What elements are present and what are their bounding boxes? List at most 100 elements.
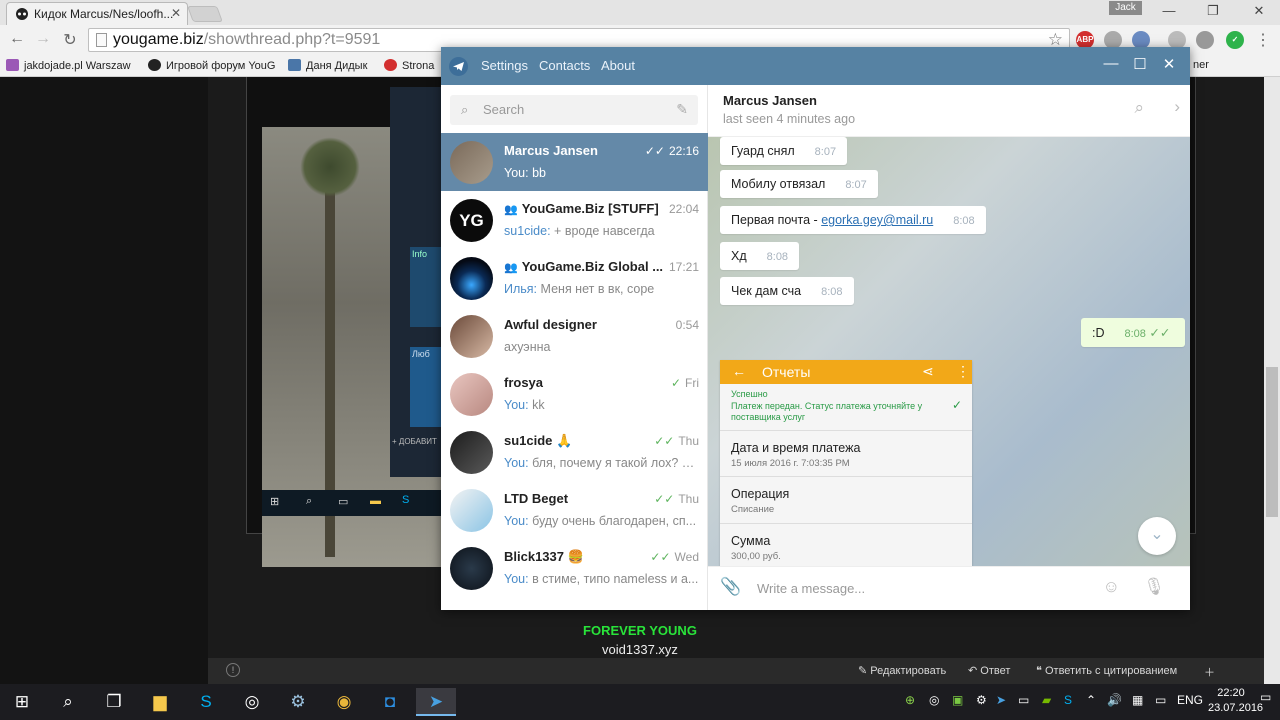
dialog-preview: You: в стиме, типо nameless и а... bbox=[504, 572, 699, 586]
minimize-icon[interactable]: — bbox=[1160, 3, 1178, 18]
steam-icon[interactable]: ⚙ bbox=[278, 688, 318, 716]
email-link[interactable]: egorka.gey@mail.ru bbox=[821, 213, 933, 227]
dialog-item[interactable]: Blick1337 🍔 ✓✓ Wed You: в стиме, типо namel… bbox=[441, 539, 708, 597]
avatar bbox=[450, 431, 493, 474]
read-check-icon: ✓✓ bbox=[1149, 326, 1171, 340]
tray-green-icon[interactable]: ▣ bbox=[952, 693, 963, 707]
dialog-item[interactable]: YG 👥 YouGame.Biz [STUFF] 22:04 su1cide: + вр… bbox=[441, 191, 708, 249]
message-area[interactable]: Гуард снял 8:07 Мобилу отвязал 8:07 Первая… bbox=[708, 137, 1190, 566]
microphone-icon[interactable]: 🎙 bbox=[1143, 577, 1165, 597]
quote-reply-button[interactable]: ❝ Ответить с цитированием bbox=[1036, 664, 1177, 677]
tray-skype-icon[interactable]: S bbox=[1064, 693, 1072, 707]
bookmark-item[interactable]: Strona bbox=[384, 59, 434, 72]
bookmark-item[interactable]: ner bbox=[1193, 59, 1209, 71]
attach-icon[interactable]: 📎 bbox=[720, 577, 741, 597]
battery-icon[interactable]: ▭ bbox=[1155, 693, 1166, 707]
tg-close-icon[interactable]: ✕ bbox=[1160, 55, 1178, 73]
message-input[interactable]: Write a message... bbox=[757, 581, 865, 596]
photo-message[interactable]: ← Отчеты ⋖ ⋮ Успешно Платеж передан. Ста… bbox=[720, 360, 972, 566]
info-icon[interactable]: ! bbox=[226, 663, 240, 677]
url-text: yougame.biz/showthread.php?t=9591 bbox=[113, 31, 381, 48]
read-check-icon: ✓✓ bbox=[654, 434, 675, 448]
bookmark-item[interactable]: Игровой форум YouG bbox=[148, 59, 275, 72]
telegram-taskbar-icon[interactable]: ➤ bbox=[416, 688, 456, 716]
dialog-item[interactable]: frosya ✓ Fri You: kk bbox=[441, 365, 708, 423]
compose-bar: 📎 Write a message... ☺ 🎙 bbox=[708, 566, 1190, 610]
teamviewer-icon[interactable]: ◘ bbox=[370, 688, 410, 716]
menu-contacts[interactable]: Contacts bbox=[539, 58, 590, 73]
dialog-preview: You: bb bbox=[504, 166, 546, 180]
new-tab-button[interactable] bbox=[187, 6, 223, 22]
restore-icon[interactable]: ❐ bbox=[1204, 3, 1222, 19]
tray-nvidia-icon[interactable]: ▰ bbox=[1042, 693, 1051, 707]
bookmark-item[interactable]: Даня Дидык bbox=[288, 59, 367, 72]
checkmark-extension-icon[interactable]: ✓ bbox=[1226, 31, 1244, 49]
chrome-icon[interactable]: ◉ bbox=[324, 688, 364, 716]
volume-icon[interactable]: 🔊 bbox=[1107, 693, 1122, 707]
osu-icon[interactable]: ◎ bbox=[232, 688, 272, 716]
dialog-name: LTD Beget bbox=[504, 491, 569, 506]
peer-name[interactable]: Marcus Jansen bbox=[723, 93, 817, 108]
windows-taskbar: ⊞ ⌕ ❐ ▆ S ◎ ⚙ ◉ ◘ ➤ ⊕ ◎ ▣ ⚙ ➤ ▭ ▰ S ⌃ 🔊 … bbox=[0, 684, 1280, 720]
dialog-name: frosya bbox=[504, 375, 544, 390]
browser-tab[interactable]: Кидок Marcus/Nes/loofh... ✕ bbox=[6, 2, 188, 25]
dialog-item[interactable]: 👥 YouGame.Biz Global ... 17:21 Илья: Меня н… bbox=[441, 249, 708, 307]
dialog-time: 0:54 bbox=[675, 318, 699, 332]
file-explorer-icon[interactable]: ▆ bbox=[140, 688, 180, 716]
close-window-icon[interactable]: ✕ bbox=[1250, 3, 1268, 19]
menu-settings[interactable]: Settings bbox=[481, 58, 528, 73]
status-row: Успешно Платеж передан. Статус платежа у… bbox=[720, 384, 972, 431]
avatar bbox=[450, 489, 493, 532]
page-icon bbox=[96, 33, 107, 47]
menu-about[interactable]: About bbox=[601, 58, 635, 73]
tray-osu-icon[interactable]: ◎ bbox=[929, 693, 939, 707]
signature-title: FOREVER YOUNG bbox=[583, 623, 697, 638]
dialog-item[interactable]: LTD Beget ✓✓ Thu You: буду очень благодарен… bbox=[441, 481, 708, 539]
dialog-time: 22:04 bbox=[668, 202, 699, 216]
bookmark-item[interactable]: jakdojade.pl Warszaw bbox=[6, 59, 131, 72]
scrollbar-thumb[interactable] bbox=[1266, 367, 1278, 517]
database-icon[interactable] bbox=[1196, 31, 1214, 49]
dialog-item[interactable]: Awful designer 0:54 ахуэнна bbox=[441, 307, 708, 365]
menu-icon[interactable]: ⋮ bbox=[1254, 30, 1272, 50]
dialog-item[interactable]: Marcus Jansen ✓✓ 22:16 You: bb bbox=[441, 133, 708, 191]
tg-maximize-icon[interactable]: ☐ bbox=[1131, 55, 1149, 73]
dialog-item[interactable]: su1cide 🙏 ✓✓ Thu You: бля, почему я такой л… bbox=[441, 423, 708, 481]
search-icon: ⌕ bbox=[461, 102, 469, 117]
tray-expand-icon[interactable]: ⌃ bbox=[1086, 693, 1096, 707]
windows-start-icon[interactable]: ⊞ bbox=[2, 688, 42, 716]
task-view-icon[interactable]: ❐ bbox=[94, 688, 134, 716]
search-input[interactable]: ⌕ Search ✎ bbox=[450, 95, 698, 125]
dialog-name: 👥 YouGame.Biz [STUFF] bbox=[504, 201, 659, 216]
skype-icon[interactable]: S bbox=[186, 688, 226, 716]
message-bubble: Мобилу отвязал 8:07 bbox=[720, 170, 878, 198]
scroll-down-button[interactable]: ⌄ bbox=[1138, 517, 1176, 555]
tray-plus-icon[interactable]: ⊕ bbox=[905, 693, 915, 707]
multiquote-icon[interactable]: ＋ bbox=[1204, 664, 1215, 680]
tray-steam-icon[interactable]: ⚙ bbox=[976, 693, 987, 707]
dialog-time: ✓✓ Thu bbox=[654, 492, 699, 506]
back-icon[interactable]: ← bbox=[8, 30, 26, 48]
reply-button[interactable]: ↶ Ответ bbox=[968, 664, 1010, 677]
profile-badge[interactable]: Jack bbox=[1109, 1, 1142, 15]
dialog-preview: su1cide: + вроде навсегда bbox=[504, 224, 655, 238]
tray-telegram-icon[interactable]: ➤ bbox=[996, 693, 1006, 707]
chat-search-icon[interactable]: ⌕ bbox=[1134, 98, 1144, 118]
emoji-icon[interactable]: ☺ bbox=[1103, 577, 1120, 597]
notifications-icon[interactable]: ▭ bbox=[1260, 690, 1274, 714]
forward-icon[interactable]: → bbox=[34, 30, 52, 48]
tab-title: Кидок Marcus/Nes/loofh... bbox=[34, 7, 174, 21]
compose-pencil-icon[interactable]: ✎ bbox=[676, 101, 688, 118]
system-clock[interactable]: 22:20 23.07.2016 bbox=[1208, 686, 1263, 716]
chevron-right-icon[interactable]: › bbox=[1174, 97, 1180, 117]
search-icon[interactable]: ⌕ bbox=[48, 688, 88, 716]
language-indicator[interactable]: ENG bbox=[1177, 693, 1203, 707]
tray-vpn-icon[interactable]: ▭ bbox=[1018, 693, 1029, 707]
signature-link[interactable]: void1337.xyz bbox=[0, 642, 1280, 657]
edit-post-button[interactable]: ✎ Редактировать bbox=[858, 664, 946, 677]
tg-minimize-icon[interactable]: — bbox=[1102, 55, 1120, 72]
network-icon[interactable]: ▦ bbox=[1132, 693, 1143, 707]
close-tab-icon[interactable]: ✕ bbox=[171, 6, 181, 20]
reload-icon[interactable]: ↻ bbox=[61, 30, 79, 50]
dialog-time: ✓ Fri bbox=[670, 376, 699, 390]
